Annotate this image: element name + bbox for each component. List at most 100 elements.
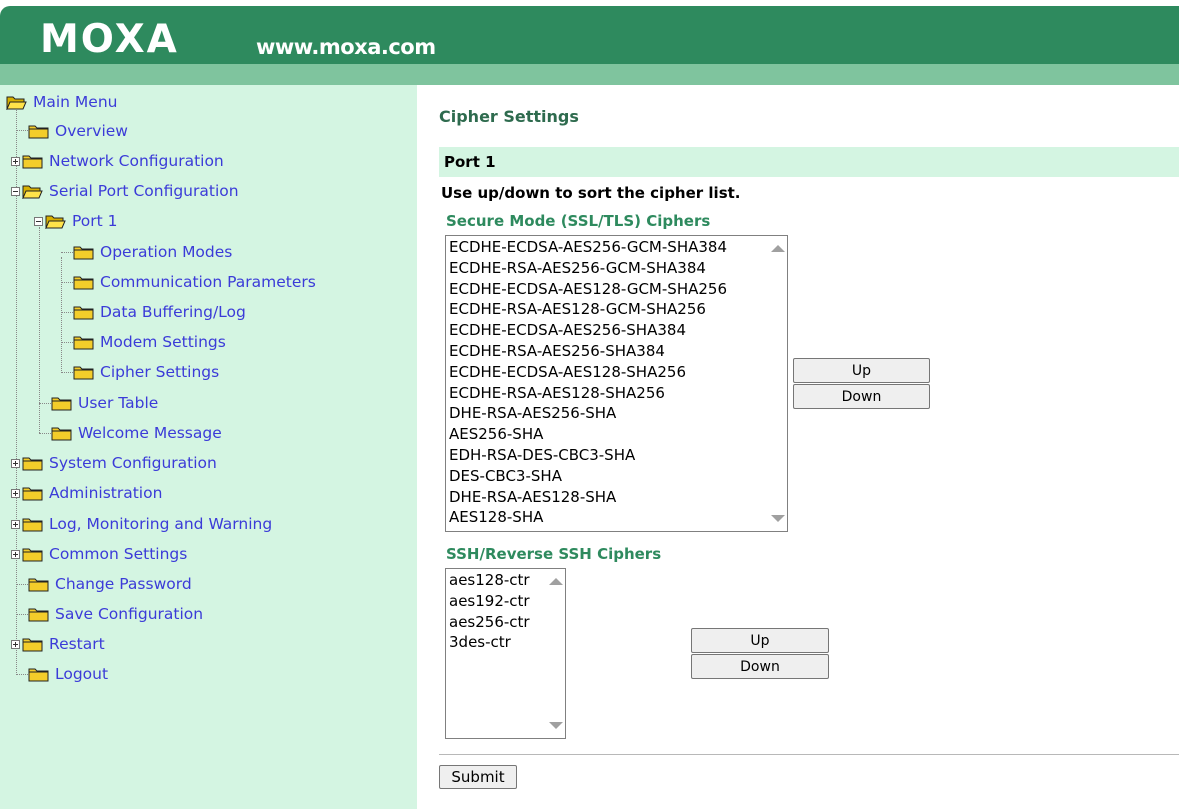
tree-connector (61, 252, 73, 253)
scroll-down-icon[interactable] (549, 722, 563, 729)
expand-plus-icon[interactable] (11, 458, 20, 468)
sidebar-item-label: Serial Port Configuration (49, 182, 239, 200)
sidebar-item-operation-modes[interactable]: Operation Modes (73, 241, 232, 263)
tree-connector (61, 372, 73, 373)
tree-connector (61, 342, 73, 343)
folder-icon (73, 336, 94, 349)
sidebar-item-port-1[interactable]: Port 1 (34, 210, 118, 232)
ssl-down-button[interactable]: Down (793, 384, 930, 409)
open-folder-icon (22, 185, 43, 199)
sidebar-item-label: Change Password (55, 575, 192, 593)
expand-plus-icon[interactable] (11, 156, 20, 166)
port-title: Port 1 (444, 153, 496, 171)
list-item[interactable]: EDH-RSA-DES-CBC3-SHA (446, 445, 787, 466)
sidebar-item-system-configuration[interactable]: System Configuration (11, 452, 217, 474)
sidebar-item-log-monitoring-warning[interactable]: Log, Monitoring and Warning (11, 513, 272, 535)
sidebar-item-save-configuration[interactable]: Save Configuration (28, 603, 203, 625)
collapse-minus-icon[interactable] (34, 216, 43, 226)
expand-plus-icon[interactable] (11, 488, 20, 498)
list-item[interactable]: AES128-SHA (446, 507, 787, 528)
tree-connector (61, 312, 73, 313)
sidebar-item-cipher-settings[interactable]: Cipher Settings (73, 361, 219, 383)
list-item[interactable]: ECDHE-RSA-AES256-SHA384 (446, 341, 787, 362)
sidebar-item-label: System Configuration (49, 454, 217, 472)
sidebar-item-serial-port-configuration[interactable]: Serial Port Configuration (11, 180, 239, 202)
list-item[interactable]: DES-CBC3-SHA (446, 466, 787, 487)
sidebar-item-communication-parameters[interactable]: Communication Parameters (73, 271, 316, 293)
sidebar-item-label: Save Configuration (55, 605, 204, 623)
list-item[interactable]: ECDHE-ECDSA-AES128-SHA256 (446, 362, 787, 383)
sidebar-item-overview[interactable]: Overview (28, 120, 128, 142)
list-item[interactable]: DHE-RSA-AES128-SHA (446, 487, 787, 508)
sidebar-item-logout[interactable]: Logout (28, 663, 108, 685)
sidebar-item-label: Restart (49, 635, 105, 653)
tree-connector (39, 403, 51, 404)
submit-button[interactable]: Submit (439, 765, 517, 789)
tree-connector (61, 257, 62, 373)
folder-icon (28, 608, 49, 621)
main-content: Cipher Settings Port 1 Use up/down to so… (417, 85, 1179, 809)
ssh-ciphers-label: SSH/Reverse SSH Ciphers (446, 545, 662, 563)
folder-icon (22, 518, 43, 531)
tree-connector (16, 674, 28, 675)
sidebar-item-label: Network Configuration (49, 152, 224, 170)
header-light-band (0, 64, 1179, 85)
sidebar-item-label: Cipher Settings (100, 363, 220, 381)
collapse-minus-icon[interactable] (11, 186, 20, 196)
list-item[interactable]: ECDHE-ECDSA-AES256-SHA384 (446, 320, 787, 341)
ssl-list-scrollbar[interactable] (767, 236, 787, 531)
expand-plus-icon[interactable] (11, 549, 20, 559)
sidebar-item-label: User Table (78, 394, 159, 412)
list-item[interactable]: ECDHE-RSA-AES128-SHA256 (446, 383, 787, 404)
sidebar-item-label: Overview (55, 122, 128, 140)
ssl-ciphers-label: Secure Mode (SSL/TLS) Ciphers (446, 212, 711, 230)
folder-icon (28, 668, 49, 681)
sidebar-item-label: Administration (49, 484, 163, 502)
moxa-logo: MOXA (40, 17, 179, 62)
folder-icon (73, 246, 94, 259)
ssh-list-scrollbar[interactable] (545, 569, 565, 738)
folder-icon (51, 397, 72, 410)
list-item[interactable]: ECDHE-RSA-AES256-GCM-SHA384 (446, 258, 787, 279)
sidebar-item-main-menu[interactable]: Main Menu (6, 91, 118, 113)
ssh-cipher-list[interactable]: aes128-ctr aes192-ctr aes256-ctr 3des-ct… (445, 568, 566, 739)
moxa-url: www.moxa.com (256, 35, 436, 59)
tree-connector (39, 433, 51, 434)
sidebar-item-user-table[interactable]: User Table (51, 392, 158, 414)
ssl-up-button[interactable]: Up (793, 358, 930, 383)
page-title: Cipher Settings (439, 107, 579, 126)
sidebar-item-data-buffering-log[interactable]: Data Buffering/Log (73, 301, 246, 323)
sidebar-item-label: Operation Modes (100, 243, 233, 261)
list-item[interactable]: ECDHE-RSA-AES128-GCM-SHA256 (446, 299, 787, 320)
tree-connector (16, 584, 28, 585)
sidebar-item-change-password[interactable]: Change Password (28, 573, 192, 595)
sidebar-item-administration[interactable]: Administration (11, 482, 162, 504)
list-item[interactable]: ECDHE-ECDSA-AES256-GCM-SHA384 (446, 237, 787, 258)
form-divider (439, 754, 1179, 755)
list-item[interactable]: AES256-SHA (446, 424, 787, 445)
sidebar-item-network-configuration[interactable]: Network Configuration (11, 150, 224, 172)
folder-icon (22, 638, 43, 651)
list-item[interactable]: ECDHE-ECDSA-AES128-GCM-SHA256 (446, 279, 787, 300)
sidebar-item-modem-settings[interactable]: Modem Settings (73, 331, 226, 353)
sidebar-item-restart[interactable]: Restart (11, 633, 105, 655)
scroll-up-icon[interactable] (549, 578, 563, 585)
sidebar-item-common-settings[interactable]: Common Settings (11, 543, 187, 565)
sidebar-item-label: Logout (55, 665, 109, 683)
list-item[interactable]: DHE-RSA-AES256-SHA (446, 403, 787, 424)
ssh-up-button[interactable]: Up (691, 628, 829, 653)
expand-plus-icon[interactable] (11, 519, 20, 529)
scroll-down-icon[interactable] (771, 515, 785, 522)
sidebar-item-label: Common Settings (49, 545, 188, 563)
expand-plus-icon[interactable] (11, 639, 20, 649)
folder-icon (22, 548, 43, 561)
ssh-down-button[interactable]: Down (691, 654, 829, 679)
folder-icon (73, 276, 94, 289)
ssl-cipher-list[interactable]: ECDHE-ECDSA-AES256-GCM-SHA384 ECDHE-RSA-… (445, 235, 788, 532)
folder-icon (22, 155, 43, 168)
sidebar-item-welcome-message[interactable]: Welcome Message (51, 422, 222, 444)
folder-icon (22, 487, 43, 500)
sidebar-item-label: Communication Parameters (100, 273, 316, 291)
scroll-up-icon[interactable] (771, 245, 785, 252)
sidebar-item-label: Welcome Message (78, 424, 222, 442)
